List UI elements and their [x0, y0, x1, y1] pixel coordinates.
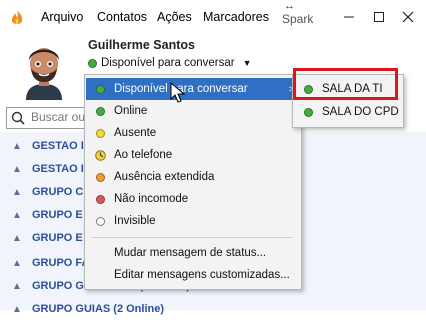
menu-contatos[interactable]: Contatos [97, 10, 147, 24]
menu-marcadores[interactable]: Marcadores [203, 10, 269, 24]
status-option-extended-away[interactable]: Ausência extendida [86, 166, 300, 188]
minimize-button[interactable] [338, 8, 360, 26]
invisible-dot-icon [95, 216, 105, 226]
caret-up-icon: ▲ [12, 232, 22, 244]
chevron-down-icon: ▼ [242, 58, 252, 68]
status-dot-icon [88, 58, 97, 68]
submenu-item-sala-do-cpd[interactable]: SALA DO CPD [294, 101, 400, 123]
caret-up-icon: ▲ [12, 257, 22, 269]
status-option-online[interactable]: Online [86, 100, 300, 122]
edit-custom-messages-item[interactable]: Editar mensagens customizadas... [86, 264, 300, 286]
mouse-cursor-icon [170, 82, 186, 103]
avatar[interactable] [12, 36, 76, 100]
available-dot-icon [303, 107, 313, 117]
user-name: Guilherme Santos [88, 38, 195, 52]
menu-acoes[interactable]: Ações [157, 10, 192, 24]
close-button[interactable] [397, 8, 419, 26]
available-dot-icon [95, 84, 105, 94]
menu-arquivo[interactable]: Arquivo [41, 10, 83, 24]
caret-up-icon: ▲ [12, 303, 22, 315]
caret-up-icon: ▲ [12, 209, 22, 221]
search-placeholder: Buscar ou [31, 110, 86, 124]
maximize-button[interactable] [368, 8, 390, 26]
dnd-dot-icon [95, 194, 105, 204]
online-dot-icon [95, 106, 105, 116]
app-flame-icon [11, 10, 23, 24]
group-row[interactable]: ▲ GRUPO E [12, 204, 83, 226]
app-name: Spark [282, 12, 314, 26]
status-option-dnd[interactable]: Não incomode [86, 188, 300, 210]
extended-away-dot-icon [95, 172, 105, 182]
close-icon [402, 11, 414, 23]
group-row[interactable]: ▲ GRUPO GUIAS (2 Online) [12, 298, 164, 320]
change-status-message-item[interactable]: Mudar mensagem de status... [86, 242, 300, 264]
status-selector[interactable]: Disponível para conversar ▼ [88, 57, 252, 69]
group-row[interactable]: ▲ GESTAO I [12, 158, 84, 180]
status-option-available[interactable]: Disponível para conversar > [86, 78, 300, 100]
caret-up-icon: ▲ [12, 163, 22, 175]
maximize-icon [374, 12, 384, 22]
status-option-away[interactable]: Ausente [86, 122, 300, 144]
status-option-phone[interactable]: Ao telefone [86, 144, 300, 166]
status-menu: Disponível para conversar > Online Ausen… [84, 74, 302, 290]
highlight-annotation-box [293, 68, 398, 100]
group-row[interactable]: ▲ GRUPO E [12, 227, 83, 249]
away-dot-icon [95, 128, 105, 138]
caret-up-icon: ▲ [12, 186, 22, 198]
minimize-icon [344, 16, 354, 18]
group-row[interactable]: ▲ GESTAO I [12, 135, 84, 157]
search-icon [11, 111, 25, 125]
caret-up-icon: ▲ [12, 140, 22, 152]
status-label: Disponível para conversar [101, 57, 235, 69]
menu-separator [91, 237, 293, 238]
group-row[interactable]: ▲ GRUPO FA [12, 252, 89, 274]
status-option-invisible[interactable]: Invisible [86, 210, 300, 232]
caret-up-icon: ▲ [12, 280, 22, 292]
menu-bar: Arquivo Contatos Ações Marcadores ↔ Spar… [0, 0, 426, 34]
group-row[interactable]: ▲ GRUPO C [12, 181, 83, 203]
phone-clock-icon [94, 149, 106, 161]
resize-horizontal-icon: ↔ [284, 0, 295, 12]
